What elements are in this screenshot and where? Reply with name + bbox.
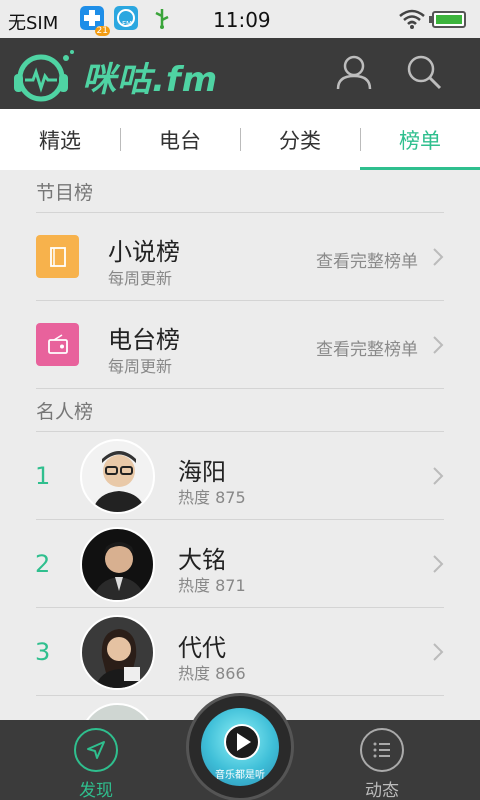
view-full-ranking-link[interactable]: 查看完整榜单 xyxy=(316,335,418,360)
list-icon xyxy=(360,728,404,772)
avatar xyxy=(80,439,155,514)
avatar xyxy=(80,703,155,720)
popularity: 热度 871 xyxy=(178,576,246,595)
tab-rankings[interactable]: 榜单 xyxy=(360,109,480,170)
popularity: 热度 875 xyxy=(178,488,246,507)
chevron-right-icon xyxy=(432,247,444,271)
ranking-subtitle: 每周更新 xyxy=(108,269,173,288)
tab-stations[interactable]: 电台 xyxy=(120,109,240,170)
celebrity-name: 海阳 xyxy=(178,458,226,486)
celebrity-ranking-header: 名人榜 xyxy=(0,389,480,432)
tab-categories[interactable]: 分类 xyxy=(240,109,360,170)
celebrity-name: 大铭 xyxy=(178,546,226,574)
user-icon xyxy=(335,53,373,95)
profile-button[interactable] xyxy=(332,52,376,96)
nav-feed[interactable]: 动态 xyxy=(334,720,430,800)
avatar xyxy=(80,527,155,602)
ranking-title: 小说榜 xyxy=(108,238,180,266)
radio-icon xyxy=(36,323,79,366)
ranking-subtitle: 每周更新 xyxy=(108,357,173,376)
ranking-title: 电台榜 xyxy=(108,326,180,354)
rankings-content: 节目榜 小说榜 每周更新 查看完整榜单 电台榜 每周更新 查看完整榜单 名人榜 … xyxy=(0,170,480,720)
clock: 11:09 xyxy=(213,8,271,32)
nav-label: 动态 xyxy=(365,781,399,800)
fm-app-icon: FM xyxy=(114,6,138,30)
program-ranking-header: 节目榜 xyxy=(0,170,480,213)
notification-badge: 21 xyxy=(94,26,110,36)
chevron-right-icon xyxy=(432,642,444,666)
carrier-label: 无SIM xyxy=(8,13,59,34)
radio-ranking-row[interactable]: 电台榜 每周更新 查看完整榜单 xyxy=(0,301,480,389)
status-bar: 无SIM 21 FM 11:09 xyxy=(0,0,480,38)
popularity: 热度 866 xyxy=(178,664,246,683)
now-playing-button[interactable]: 音乐都是听 xyxy=(186,693,294,800)
tab-bar: 精选 电台 分类 榜单 xyxy=(0,109,480,170)
avatar xyxy=(80,615,155,690)
app-header: 咪咕.fm xyxy=(0,38,480,109)
search-button[interactable] xyxy=(402,52,446,96)
view-full-ranking-link[interactable]: 查看完整榜单 xyxy=(316,247,418,272)
app-logo: 咪咕.fm xyxy=(82,60,219,100)
health-app-icon: 21 xyxy=(80,6,110,36)
rank-number: 1 xyxy=(35,462,51,490)
player-caption: 音乐都是听 xyxy=(215,770,265,781)
book-icon xyxy=(36,235,79,278)
celebrity-row[interactable]: 3 代代 热度 866 xyxy=(0,608,480,696)
rank-number: 2 xyxy=(35,550,51,578)
nav-label: 发现 xyxy=(79,781,113,800)
battery-icon xyxy=(429,11,466,28)
compass-icon xyxy=(74,728,118,772)
fm-label: FM xyxy=(122,20,133,28)
headphone-logo-icon xyxy=(8,48,78,106)
usb-icon xyxy=(150,6,174,30)
novel-ranking-row[interactable]: 小说榜 每周更新 查看完整榜单 xyxy=(0,213,480,301)
chevron-right-icon xyxy=(432,466,444,490)
celebrity-row[interactable]: 2 大铭 热度 871 xyxy=(0,520,480,608)
rank-number: 3 xyxy=(35,638,51,666)
celebrity-name: 代代 xyxy=(178,634,226,662)
play-icon xyxy=(222,722,262,766)
nav-discover[interactable]: 发现 xyxy=(48,720,144,800)
tab-featured[interactable]: 精选 xyxy=(0,109,120,170)
search-icon xyxy=(405,53,443,95)
wifi-icon xyxy=(398,8,426,35)
celebrity-row[interactable]: 1 海阳 热度 875 xyxy=(0,432,480,520)
chevron-right-icon xyxy=(432,554,444,578)
chevron-right-icon xyxy=(432,335,444,359)
